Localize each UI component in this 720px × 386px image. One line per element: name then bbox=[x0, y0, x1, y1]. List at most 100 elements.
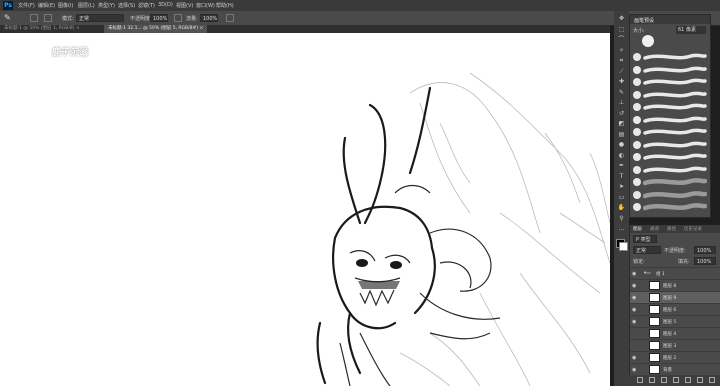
brush-preset-stroke[interactable] bbox=[643, 177, 707, 187]
layer-row[interactable]: ◉ 图层 6 bbox=[630, 303, 720, 315]
pen-tool-icon[interactable]: ✒ bbox=[617, 162, 626, 170]
airbrush-icon[interactable] bbox=[226, 14, 234, 22]
brush-preset-tip-icon[interactable] bbox=[633, 165, 641, 174]
brush-preset-stroke[interactable] bbox=[643, 165, 707, 175]
healing-brush-tool-icon[interactable]: ✚ bbox=[617, 78, 626, 86]
menu-window[interactable]: 窗口(W) bbox=[196, 2, 215, 9]
background-color-swatch[interactable] bbox=[619, 242, 628, 251]
brush-preset-stroke[interactable] bbox=[643, 127, 707, 137]
layer-row[interactable]: ◉ 图层 8 bbox=[630, 279, 720, 291]
brush-preset-tip-icon[interactable] bbox=[633, 178, 641, 186]
visibility-eye-icon[interactable]: ◉ bbox=[632, 271, 636, 277]
visibility-eye-icon[interactable]: ◉ bbox=[632, 283, 636, 289]
menu-3d[interactable]: 3D(D) bbox=[158, 2, 173, 8]
new-group-icon[interactable] bbox=[685, 377, 691, 383]
menu-edit[interactable]: 编辑(E) bbox=[38, 2, 55, 9]
brush-preset-tip-icon[interactable] bbox=[633, 115, 641, 124]
brush-preset-tip-icon[interactable] bbox=[633, 65, 641, 74]
layer-opacity-input[interactable]: 100% bbox=[694, 246, 716, 254]
brush-preset-stroke[interactable] bbox=[643, 140, 707, 150]
brush-preset-tip-icon[interactable] bbox=[633, 53, 641, 61]
more-tools-icon[interactable]: … bbox=[617, 225, 626, 233]
visibility-eye-icon[interactable]: ◉ bbox=[632, 307, 636, 313]
brush-preset-tip-icon[interactable] bbox=[633, 128, 641, 136]
brush-preset-stroke[interactable] bbox=[643, 190, 707, 200]
canvas[interactable]: 鹿子沉溺 bbox=[0, 33, 610, 386]
tab-paths[interactable]: 路径 bbox=[667, 226, 676, 232]
menu-layer[interactable]: 图层(L) bbox=[78, 2, 95, 9]
layer-row[interactable]: ◉ 图层 9 bbox=[630, 291, 720, 303]
menu-help[interactable]: 帮助(H) bbox=[216, 2, 234, 9]
tab-document-1[interactable]: 未标题-1 @ 50% (图层 1, RGB/8) × bbox=[0, 25, 84, 33]
layer-row[interactable]: 图层 3 bbox=[630, 339, 720, 351]
brush-preset-stroke[interactable] bbox=[643, 102, 707, 112]
path-select-tool-icon[interactable]: ➤ bbox=[617, 183, 626, 191]
tab-channels[interactable]: 通道 bbox=[650, 226, 659, 232]
layer-row[interactable]: ◉ 图层 5 bbox=[630, 315, 720, 327]
adjustment-layer-icon[interactable] bbox=[673, 377, 679, 383]
brush-preset-stroke[interactable] bbox=[643, 52, 707, 62]
brush-preset-tip-icon[interactable] bbox=[633, 78, 641, 86]
history-brush-tool-icon[interactable]: ↺ bbox=[617, 110, 626, 118]
dodge-tool-icon[interactable]: ◐ bbox=[617, 152, 626, 160]
brush-preset-stroke[interactable] bbox=[643, 152, 707, 162]
layer-style-icon[interactable] bbox=[649, 377, 655, 383]
visibility-eye-icon[interactable]: ◉ bbox=[632, 295, 636, 301]
layer-row[interactable]: ◉ 图层 2 bbox=[630, 351, 720, 363]
shape-tool-icon[interactable]: ▭ bbox=[617, 194, 626, 202]
layer-kind-filter[interactable]: P 类型 bbox=[633, 235, 657, 243]
blend-mode-select[interactable]: 正常 bbox=[633, 246, 661, 254]
marquee-tool-icon[interactable]: ⬚ bbox=[617, 26, 626, 34]
crop-tool-icon[interactable]: ⌗ bbox=[617, 57, 626, 65]
zoom-tool-icon[interactable]: ⚲ bbox=[617, 215, 626, 223]
layer-mask-icon[interactable] bbox=[661, 377, 667, 383]
brush-panel-toggle-icon[interactable] bbox=[44, 14, 52, 22]
tab-layers[interactable]: 图层 bbox=[633, 226, 642, 232]
brush-preset-stroke[interactable] bbox=[643, 115, 707, 125]
layer-row[interactable]: ◉ 背景 bbox=[630, 363, 720, 375]
menu-image[interactable]: 图像(I) bbox=[58, 2, 73, 9]
tab-document-2[interactable]: 未标题-1 32.1... @ 50% (图层 5, RGB/8#) × bbox=[104, 25, 208, 33]
layer-row[interactable]: 图层 4 bbox=[630, 327, 720, 339]
menu-filter[interactable]: 滤镜(T) bbox=[138, 2, 155, 9]
gradient-tool-icon[interactable]: ▤ bbox=[617, 131, 626, 139]
eraser-tool-icon[interactable]: ◩ bbox=[617, 120, 626, 128]
layer-group-row[interactable]: ◉ ▾▭ 组 1 bbox=[630, 267, 720, 279]
menu-select[interactable]: 选择(S) bbox=[118, 2, 135, 9]
brush-preset-tip-icon[interactable] bbox=[633, 140, 641, 149]
brush-preset-tip-icon[interactable] bbox=[633, 103, 641, 111]
folder-icon[interactable]: ▾▭ bbox=[644, 271, 651, 276]
type-tool-icon[interactable]: T bbox=[617, 173, 626, 181]
move-tool-icon[interactable]: ✥ bbox=[617, 15, 626, 23]
clone-stamp-tool-icon[interactable]: ⊥ bbox=[617, 99, 626, 107]
link-layers-icon[interactable] bbox=[637, 377, 643, 383]
brush-preset-stroke[interactable] bbox=[643, 90, 707, 100]
delete-layer-icon[interactable] bbox=[709, 377, 715, 383]
pressure-opacity-icon[interactable] bbox=[174, 14, 182, 22]
visibility-eye-icon[interactable]: ◉ bbox=[632, 367, 636, 373]
eyedropper-tool-icon[interactable]: ⟋ bbox=[617, 68, 626, 76]
flow-input[interactable]: 100% bbox=[200, 14, 218, 22]
menu-view[interactable]: 视图(V) bbox=[176, 2, 193, 9]
new-layer-icon[interactable] bbox=[697, 377, 703, 383]
brush-preset-tip-icon[interactable] bbox=[633, 190, 641, 199]
hand-tool-icon[interactable]: ✋ bbox=[617, 204, 626, 212]
brush-size-value[interactable]: 61 像素 bbox=[676, 26, 706, 34]
brush-preset-tip-icon[interactable] bbox=[633, 203, 641, 211]
brush-preset-tip-icon[interactable] bbox=[633, 153, 641, 161]
brush-preset-stroke[interactable] bbox=[643, 77, 707, 87]
mode-select[interactable]: 正常 bbox=[76, 14, 124, 22]
brush-size-picker-icon[interactable] bbox=[30, 14, 38, 22]
brush-preset-stroke[interactable] bbox=[643, 65, 707, 75]
menu-file[interactable]: 文件(F) bbox=[18, 2, 35, 9]
quick-select-tool-icon[interactable]: ✧ bbox=[617, 47, 626, 55]
visibility-eye-icon[interactable]: ◉ bbox=[632, 319, 636, 325]
brush-preset-icon[interactable]: ✎ bbox=[4, 13, 16, 23]
fill-input[interactable]: 100% bbox=[694, 257, 716, 265]
menu-type[interactable]: 类型(Y) bbox=[98, 2, 115, 9]
brush-tool-icon[interactable]: ✎ bbox=[617, 89, 626, 97]
tab-history[interactable]: 历史记录 bbox=[684, 226, 702, 232]
blur-tool-icon[interactable]: ● bbox=[617, 141, 626, 149]
opacity-input[interactable]: 100% bbox=[150, 14, 168, 22]
brush-preset-tip-icon[interactable] bbox=[633, 90, 641, 99]
